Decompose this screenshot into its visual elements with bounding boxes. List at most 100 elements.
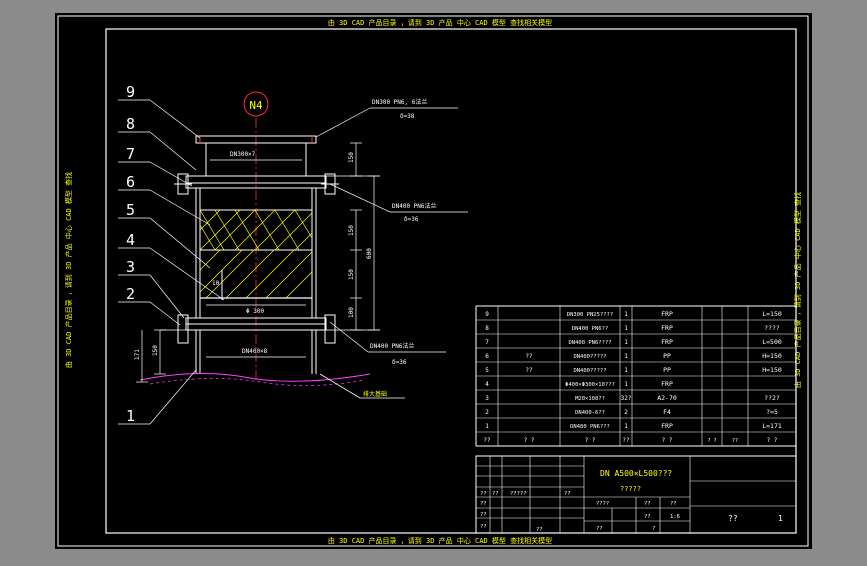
dim-150-a: 150	[348, 225, 355, 236]
svg-text:????: ????	[596, 501, 609, 507]
dim-150-left: 150	[152, 345, 159, 356]
title-line-2: ?????	[620, 485, 641, 493]
bom-row-material: FRP	[661, 422, 673, 430]
bom-row-note: ??2?	[764, 394, 780, 402]
nozzle-tag: N4	[249, 99, 263, 112]
bom-row-no: 5	[485, 367, 489, 374]
bottom-flange-thk: δ=36	[392, 359, 407, 366]
bom-row-no: 3	[485, 395, 489, 402]
bom-row-no: 6	[485, 353, 489, 360]
bom-row-note: ????	[764, 324, 780, 332]
bom-row-note: H=150	[762, 352, 782, 360]
drawing-sheet	[55, 13, 812, 549]
balloon-4: 4	[126, 231, 135, 249]
bom-row-qty: 1	[624, 353, 628, 360]
sheet-number: 1	[778, 514, 783, 523]
bom-row-code: ??	[525, 353, 533, 360]
svg-text:?????: ?????	[510, 491, 527, 497]
title-line-1: DN A500×L500???	[600, 469, 672, 478]
balloon-2: 2	[126, 285, 135, 303]
bom-row-note: L=171	[762, 422, 782, 430]
bom-row-no: 1	[485, 423, 489, 430]
bom-row-name: DN400?????	[573, 368, 606, 374]
cad-drawing-canvas[interactable]: 由 3D CAD 产品目录 ，请到 3D 产品 中心 CAD 模型 查找相关模型…	[0, 0, 867, 562]
right-banner: 由 3D CAD 产品目录 ，请到 3D 产品 中心 CAD 模型 查找	[793, 192, 802, 388]
bom-row-qty: 1	[624, 367, 628, 374]
bom-row-code: ??	[525, 367, 533, 374]
cad-viewport[interactable]: 由 3D CAD 产品目录 ，请到 3D 产品 中心 CAD 模型 查找相关模型…	[0, 0, 867, 562]
bom-row-material: FRP	[661, 380, 673, 388]
bom-row-name: DN400 PN6????	[568, 340, 611, 346]
bom-row-material: F4	[663, 408, 671, 416]
bom-row-no: 4	[485, 381, 489, 388]
sheet-label: ??	[728, 514, 738, 523]
bom-row-material: FRP	[661, 324, 673, 332]
bom-header-extra2: ??	[732, 438, 738, 444]
svg-text:??: ??	[536, 527, 543, 533]
svg-text:??: ??	[480, 512, 487, 518]
bom-row-name: DN300 PN25????	[567, 312, 613, 318]
svg-text:??: ??	[596, 526, 603, 532]
svg-text:??: ??	[480, 524, 487, 530]
bom-row-note: L=150	[762, 310, 782, 318]
bom-row-name: DN400?????	[573, 354, 606, 360]
svg-text:?: ?	[652, 526, 655, 532]
dim-150-b: 150	[348, 269, 355, 280]
balloon-1: 1	[126, 407, 135, 425]
body-dn-label: DN400×8	[242, 348, 268, 355]
balloon-6: 6	[126, 173, 135, 191]
top-flange-thk: δ=38	[400, 113, 415, 120]
balloon-7: 7	[126, 145, 135, 163]
bom-header-note: ? ?	[767, 437, 778, 444]
bom-row-material: PP	[663, 352, 671, 360]
bom-row-name: DN480 PN6???	[570, 424, 610, 430]
bom-row-note: H=150	[762, 366, 782, 374]
bom-header-qty: ??	[622, 437, 630, 444]
bom-row-no: 9	[485, 311, 489, 318]
bom-row-no: 8	[485, 325, 489, 332]
dim-600: 600	[366, 248, 373, 259]
svg-text:??: ??	[670, 501, 677, 507]
bom-row-qty: 1	[624, 325, 628, 332]
bottom-banner: 由 3D CAD 产品目录 ，请到 3D 产品 中心 CAD 模型 查找相关模型	[328, 536, 552, 545]
bom-row-no: 2	[485, 409, 489, 416]
dim-171: 171	[134, 349, 141, 360]
balloon-8: 8	[126, 115, 135, 133]
svg-text:??: ??	[644, 501, 651, 507]
balloon-9: 9	[126, 83, 135, 101]
balloon-3: 3	[126, 258, 135, 276]
svg-text:??: ??	[644, 514, 651, 520]
bom-header-name: ? ?	[585, 437, 596, 444]
bom-row-name: DN400-6??	[575, 410, 605, 416]
bom-row-qty: 1	[624, 339, 628, 346]
bom-header-extra1: ? ?	[707, 438, 716, 444]
bom-row-note: L=500	[762, 338, 782, 346]
balloon-5: 5	[126, 201, 135, 219]
svg-text:1:6: 1:6	[670, 514, 680, 520]
bom-row-qty: 1	[624, 381, 628, 388]
bom-row-material: FRP	[661, 338, 673, 346]
top-banner: 由 3D CAD 产品目录 ，请到 3D 产品 中心 CAD 模型 查找相关模型	[328, 18, 552, 27]
svg-text:??: ??	[480, 501, 487, 507]
bom-header-material: ? ?	[662, 437, 673, 444]
dim-100: 100	[348, 307, 355, 318]
spool-dn-label: DN300×7	[230, 151, 256, 158]
svg-text:??: ??	[564, 491, 571, 497]
mid-flange-thk: δ=36	[404, 216, 419, 223]
bom-row-name: Φ400×Φ300×10???	[565, 382, 615, 388]
bom-row-name: DN400 PN6??	[572, 326, 608, 332]
svg-text:??: ??	[480, 491, 487, 497]
mid-flange-label: DN400 PN6法兰	[392, 202, 437, 210]
bom-row-name: M20×108??	[575, 396, 605, 402]
bom-row-qty: 32?	[621, 395, 632, 402]
left-banner: 由 3D CAD 产品目录 ，请到 3D 产品 中心 CAD 模型 查找	[64, 172, 73, 368]
bom-row-no: 7	[485, 339, 489, 346]
bom-row-qty: 1	[624, 311, 628, 318]
dim-150-top: 150	[348, 152, 355, 163]
bed-dia-label: Φ 300	[246, 308, 264, 315]
top-flange-label: DN300 PN6, 6法兰	[372, 98, 427, 106]
bottom-flange-label: DN400 PN6法兰	[370, 342, 415, 350]
bom-row-material: PP	[663, 366, 671, 374]
bom-row-material: A2-70	[657, 394, 677, 402]
svg-text:??: ??	[492, 491, 499, 497]
